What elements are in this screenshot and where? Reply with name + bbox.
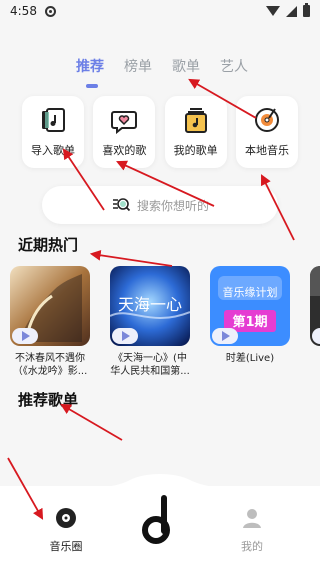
liked-songs-label: 喜欢的歌	[102, 144, 147, 157]
liked-songs-icon	[111, 111, 138, 134]
my-playlist-label: 我的歌单	[173, 144, 218, 157]
vinyl-icon	[56, 508, 76, 528]
hot-item-subtitle: （《水龙吟》影...	[12, 366, 88, 377]
my-playlist-button[interactable]: 我的歌单	[164, 96, 227, 168]
arrow-to-hot-section	[89, 249, 173, 267]
arrow-to-recommend-section	[60, 403, 123, 441]
status-bar: 4:58	[0, 0, 320, 22]
wifi-icon	[266, 6, 280, 16]
search-placeholder: 搜索你想听的	[136, 198, 209, 213]
search-bar[interactable]: 搜索你想听的	[42, 186, 278, 224]
local-music-icon	[254, 108, 279, 132]
tab-recommend[interactable]: 推荐	[76, 56, 104, 76]
hot-item-title: 不沐春风不遇你	[15, 353, 85, 364]
hot-item-subtitle: 华人民共和国第...	[110, 366, 190, 377]
local-music-label: 本地音乐	[244, 144, 289, 157]
hot-list: 不沐春风不遇你 （《水龙吟》影... 天海一心 《天海一心》(中 华人民共和国第…	[10, 266, 320, 378]
status-time: 4:58	[10, 4, 37, 18]
cover-image: 音乐缘计划 第1期	[210, 266, 290, 346]
cover-image: 天海一心	[110, 266, 190, 346]
liked-songs-button[interactable]: 喜欢的歌	[93, 96, 156, 168]
search-icon	[112, 198, 131, 212]
section-title-hot: 近期热门	[18, 236, 79, 254]
battery-icon	[303, 3, 310, 17]
nav-profile[interactable]: 我的	[222, 507, 282, 554]
nav-music-circle[interactable]: 音乐圈	[36, 507, 96, 554]
import-playlist-icon	[42, 108, 65, 132]
cover-text: 天海一心	[118, 295, 182, 314]
cover-text: 第1期	[232, 314, 267, 330]
tab-artists[interactable]: 艺人	[220, 56, 248, 76]
hot-item-title: 时差(Live)	[225, 353, 275, 364]
hot-item[interactable]: 不沐春风不遇你 （《水龙吟》影...	[10, 266, 90, 378]
hot-item[interactable]: 天海一心 《天海一心》(中 华人民共和国第...	[110, 266, 190, 378]
my-playlist-icon	[184, 108, 207, 133]
hot-item-title: 《天海一心》(中	[113, 353, 187, 364]
active-tab-indicator	[86, 84, 98, 88]
cover-text: 音乐缘计划	[223, 285, 278, 299]
play-button[interactable]	[212, 328, 238, 344]
quick-actions: 导入歌单 喜欢的歌 我的歌单 本地音乐	[22, 96, 298, 168]
center-logo-button[interactable]	[120, 486, 200, 554]
tab-charts[interactable]: 榜单	[124, 56, 152, 76]
section-title-recommend: 推荐歌单	[18, 391, 79, 409]
top-tabs: 推荐 榜单 歌单 艺人	[76, 56, 248, 76]
cover-image	[310, 266, 320, 346]
play-button[interactable]	[12, 328, 38, 344]
local-music-button[interactable]: 本地音乐	[235, 96, 298, 168]
import-playlist-button[interactable]: 导入歌单	[22, 96, 84, 168]
app-logo-icon	[142, 495, 170, 544]
hot-item-partial[interactable]	[310, 266, 320, 378]
tab-playlists[interactable]: 歌单	[172, 56, 200, 76]
play-button[interactable]	[112, 328, 138, 344]
hot-item[interactable]: 音乐缘计划 第1期 时差(Live)	[210, 266, 290, 378]
nav-label: 我的	[241, 540, 263, 553]
import-playlist-label: 导入歌单	[31, 144, 75, 157]
signal-icon	[286, 5, 297, 17]
user-icon	[243, 509, 261, 528]
cover-image	[10, 266, 90, 346]
nav-label: 音乐圈	[49, 540, 83, 553]
settings-icon	[44, 5, 56, 17]
